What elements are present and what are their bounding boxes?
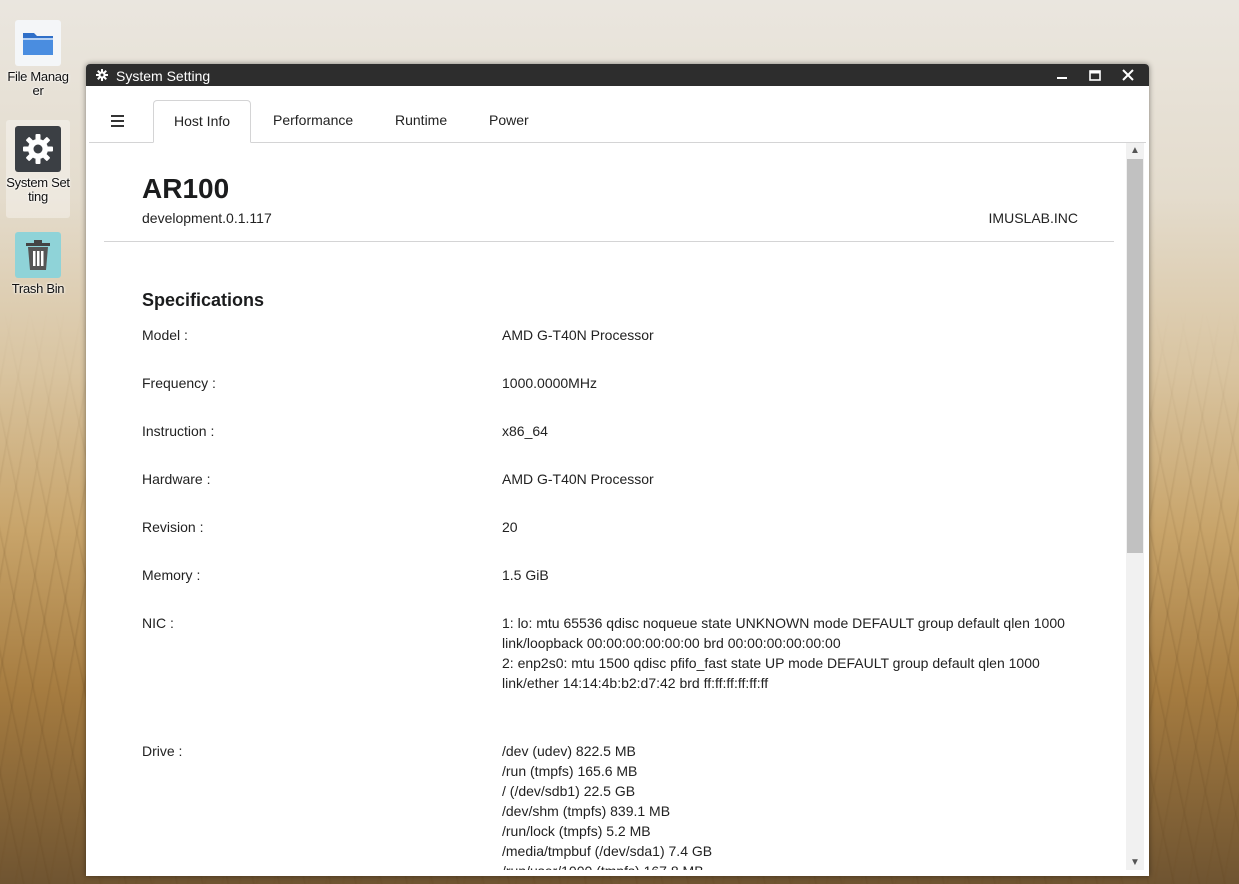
spec-value: 1: lo: mtu 65536 qdisc noqueue state UNK… bbox=[502, 615, 1065, 691]
spec-value: 1.5 GiB bbox=[502, 567, 549, 583]
desktop-icon-trash-bin[interactable]: Trash Bin bbox=[6, 232, 70, 296]
menu-icon[interactable] bbox=[111, 114, 125, 132]
window-title: System Setting bbox=[116, 68, 211, 84]
system-setting-window: System Setting Host Info Performance Run… bbox=[86, 64, 1149, 876]
tab-performance[interactable]: Performance bbox=[253, 100, 373, 141]
tab-bar: Host Info Performance Runtime Power bbox=[89, 86, 1146, 143]
spec-value: x86_64 bbox=[502, 423, 548, 439]
close-button[interactable] bbox=[1118, 66, 1138, 84]
tab-runtime[interactable]: Runtime bbox=[375, 100, 467, 141]
spec-label: Memory : bbox=[142, 567, 201, 583]
desktop-icon-label: File Manag er bbox=[7, 69, 69, 98]
host-name: AR100 bbox=[142, 173, 230, 204]
spec-value: AMD G-T40N Processor bbox=[502, 327, 654, 343]
folder-icon bbox=[15, 20, 61, 66]
host-vendor: IMUSLAB.INC bbox=[988, 210, 1078, 226]
desktop-icon-label: System Set ting bbox=[6, 175, 70, 204]
desktop-icon-file-manager[interactable]: File Manag er bbox=[6, 20, 70, 98]
gear-icon bbox=[15, 126, 61, 172]
tab-power[interactable]: Power bbox=[469, 100, 549, 141]
spec-label: Instruction : bbox=[142, 423, 215, 439]
trash-icon bbox=[15, 232, 61, 278]
desktop-icon-label: Trash Bin bbox=[11, 281, 65, 296]
gear-icon bbox=[96, 68, 108, 86]
scroll-up-icon[interactable]: ▲ bbox=[1130, 145, 1140, 156]
scroll-down-icon[interactable]: ▼ bbox=[1130, 857, 1140, 868]
vertical-scrollbar[interactable]: ▲ ▼ bbox=[1126, 143, 1144, 870]
minimize-button[interactable] bbox=[1052, 66, 1072, 84]
spec-label: Frequency : bbox=[142, 375, 216, 391]
tab-host-info[interactable]: Host Info bbox=[153, 100, 252, 143]
host-info-panel: AR100 development.0.1.117 IMUSLAB.INC Sp… bbox=[89, 143, 1126, 870]
spec-label: NIC : bbox=[142, 615, 174, 631]
host-version: development.0.1.117 bbox=[142, 210, 272, 226]
spec-value: /dev (udev) 822.5 MB /run (tmpfs) 165.6 … bbox=[502, 743, 713, 870]
spec-label: Drive : bbox=[142, 743, 183, 759]
spec-value: 1000.0000MHz bbox=[502, 375, 597, 391]
spec-value: 20 bbox=[502, 519, 518, 535]
spec-label: Revision : bbox=[142, 519, 204, 535]
desktop-icon-system-setting[interactable]: System Set ting bbox=[6, 120, 70, 218]
specifications-heading: Specifications bbox=[142, 290, 265, 310]
maximize-button[interactable] bbox=[1085, 66, 1105, 84]
divider bbox=[104, 241, 1114, 242]
spec-label: Hardware : bbox=[142, 471, 211, 487]
scrollbar-thumb[interactable] bbox=[1127, 159, 1143, 553]
spec-label: Model : bbox=[142, 327, 188, 343]
title-bar[interactable]: System Setting bbox=[86, 64, 1149, 86]
spec-value: AMD G-T40N Processor bbox=[502, 471, 654, 487]
